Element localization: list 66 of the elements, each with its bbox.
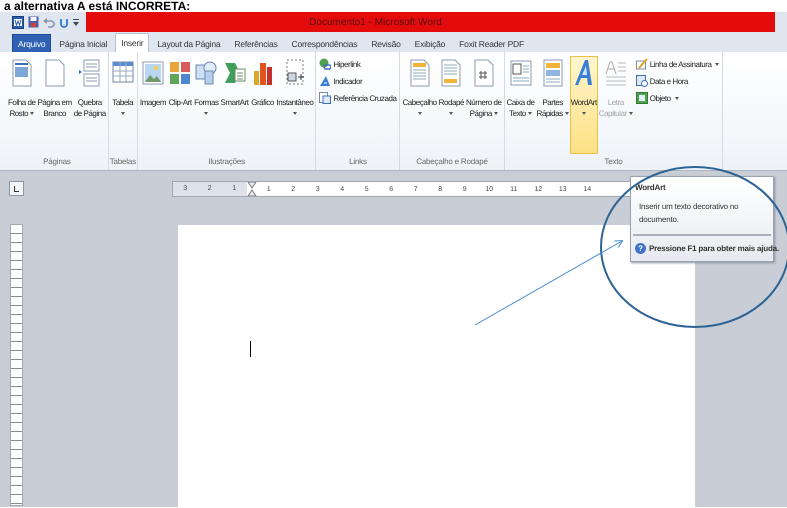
footer-button[interactable]: Rodapé: [438, 56, 465, 154]
tab-stop-icon[interactable]: [8, 181, 24, 196]
bookmark-icon: [319, 75, 332, 87]
ribbon-small-button[interactable]: Hiperlink: [319, 58, 396, 70]
ribbon-tab[interactable]: Inserir: [115, 33, 150, 52]
group-label: Páginas: [42, 156, 72, 168]
group-label: Texto: [603, 156, 624, 168]
object-icon: [636, 92, 648, 104]
caption-text: a alternativa A está INCORRETA:: [4, 0, 190, 12]
cross-reference-icon: [319, 92, 332, 104]
globe-link-icon: [319, 58, 332, 70]
ribbon-tab[interactable]: Referências: [228, 34, 284, 52]
redo-icon[interactable]: [59, 16, 69, 28]
group-label: Ilustrações: [207, 156, 246, 168]
image-icon: [141, 59, 166, 87]
ribbon-tab[interactable]: Layout da Página: [151, 34, 226, 52]
clip-art-button[interactable]: Clip-Art: [167, 56, 194, 154]
blank-page-button[interactable]: Página em Branco: [36, 56, 73, 154]
ribbon-tab[interactable]: Foxit Reader PDF: [453, 34, 530, 52]
drop-cap-icon: [604, 59, 628, 87]
word-logo-icon[interactable]: [12, 16, 24, 28]
help-text: Pressione F1 para obter mais ajuda.: [649, 244, 779, 253]
page-number-icon: [472, 59, 496, 87]
bar-chart-button[interactable]: Gráfico: [250, 56, 276, 154]
save-icon[interactable]: [28, 16, 39, 28]
ribbon-small-button[interactable]: Indicador: [319, 75, 396, 87]
clip-art-icon: [168, 59, 192, 87]
tooltip-text: Inserir um texto decorativo no documento.: [638, 201, 740, 226]
ribbon-tab[interactable]: Revisão: [365, 34, 407, 52]
text-box-icon: [508, 59, 532, 87]
ribbon-small-button[interactable]: Data e Hora: [636, 75, 720, 87]
screenshot-button[interactable]: Instantâneo: [276, 56, 314, 154]
ribbon-tab[interactable]: Página Inicial: [53, 34, 114, 52]
window-title: Documento1 - Microsoft Word: [309, 16, 442, 28]
customize-icon[interactable]: [73, 17, 79, 27]
group-label: Links: [348, 156, 368, 168]
help-icon: ?: [635, 243, 646, 254]
table-button[interactable]: Tabela: [110, 56, 136, 154]
ribbon-small-button[interactable]: Linha de Assinatura: [636, 58, 720, 70]
cover-page-button[interactable]: Folha de Rosto: [7, 56, 37, 154]
shapes-button[interactable]: Formas: [193, 56, 220, 154]
smartart-button[interactable]: SmartArt: [220, 56, 250, 154]
signature-icon: [636, 58, 648, 70]
cover-page-icon: [10, 59, 34, 87]
text-cursor: [250, 341, 251, 357]
ribbon-small-button[interactable]: Objeto: [636, 92, 720, 104]
ribbon-tab[interactable]: Exibição: [408, 34, 452, 52]
group-label: Tabelas: [110, 156, 136, 168]
page-number-button[interactable]: Número de Página: [464, 56, 503, 154]
image-button[interactable]: Imagem: [138, 56, 168, 154]
calendar-icon: [636, 75, 648, 87]
blank-page-icon: [42, 59, 67, 87]
footer-icon: [439, 59, 464, 87]
ribbon-small-button[interactable]: Referência Cruzada: [319, 92, 396, 104]
text-box-button[interactable]: Caixa de Texto: [506, 56, 536, 154]
header-icon: [408, 59, 432, 87]
header-button[interactable]: Cabeçalho: [401, 56, 438, 154]
group-label: Cabeçalho e Rodapé: [415, 156, 489, 168]
wordart-button[interactable]: WordArt: [570, 56, 598, 154]
page-break-icon: [78, 59, 102, 87]
file-menu-button[interactable]: Arquivo: [12, 34, 52, 52]
quick-parts-icon: [540, 59, 565, 87]
page-break-button[interactable]: Quebra de Página: [72, 56, 107, 154]
shapes-icon: [194, 59, 218, 87]
ribbon-tab[interactable]: Correspondências: [286, 34, 364, 52]
tooltip-title: WordArt: [634, 182, 666, 194]
